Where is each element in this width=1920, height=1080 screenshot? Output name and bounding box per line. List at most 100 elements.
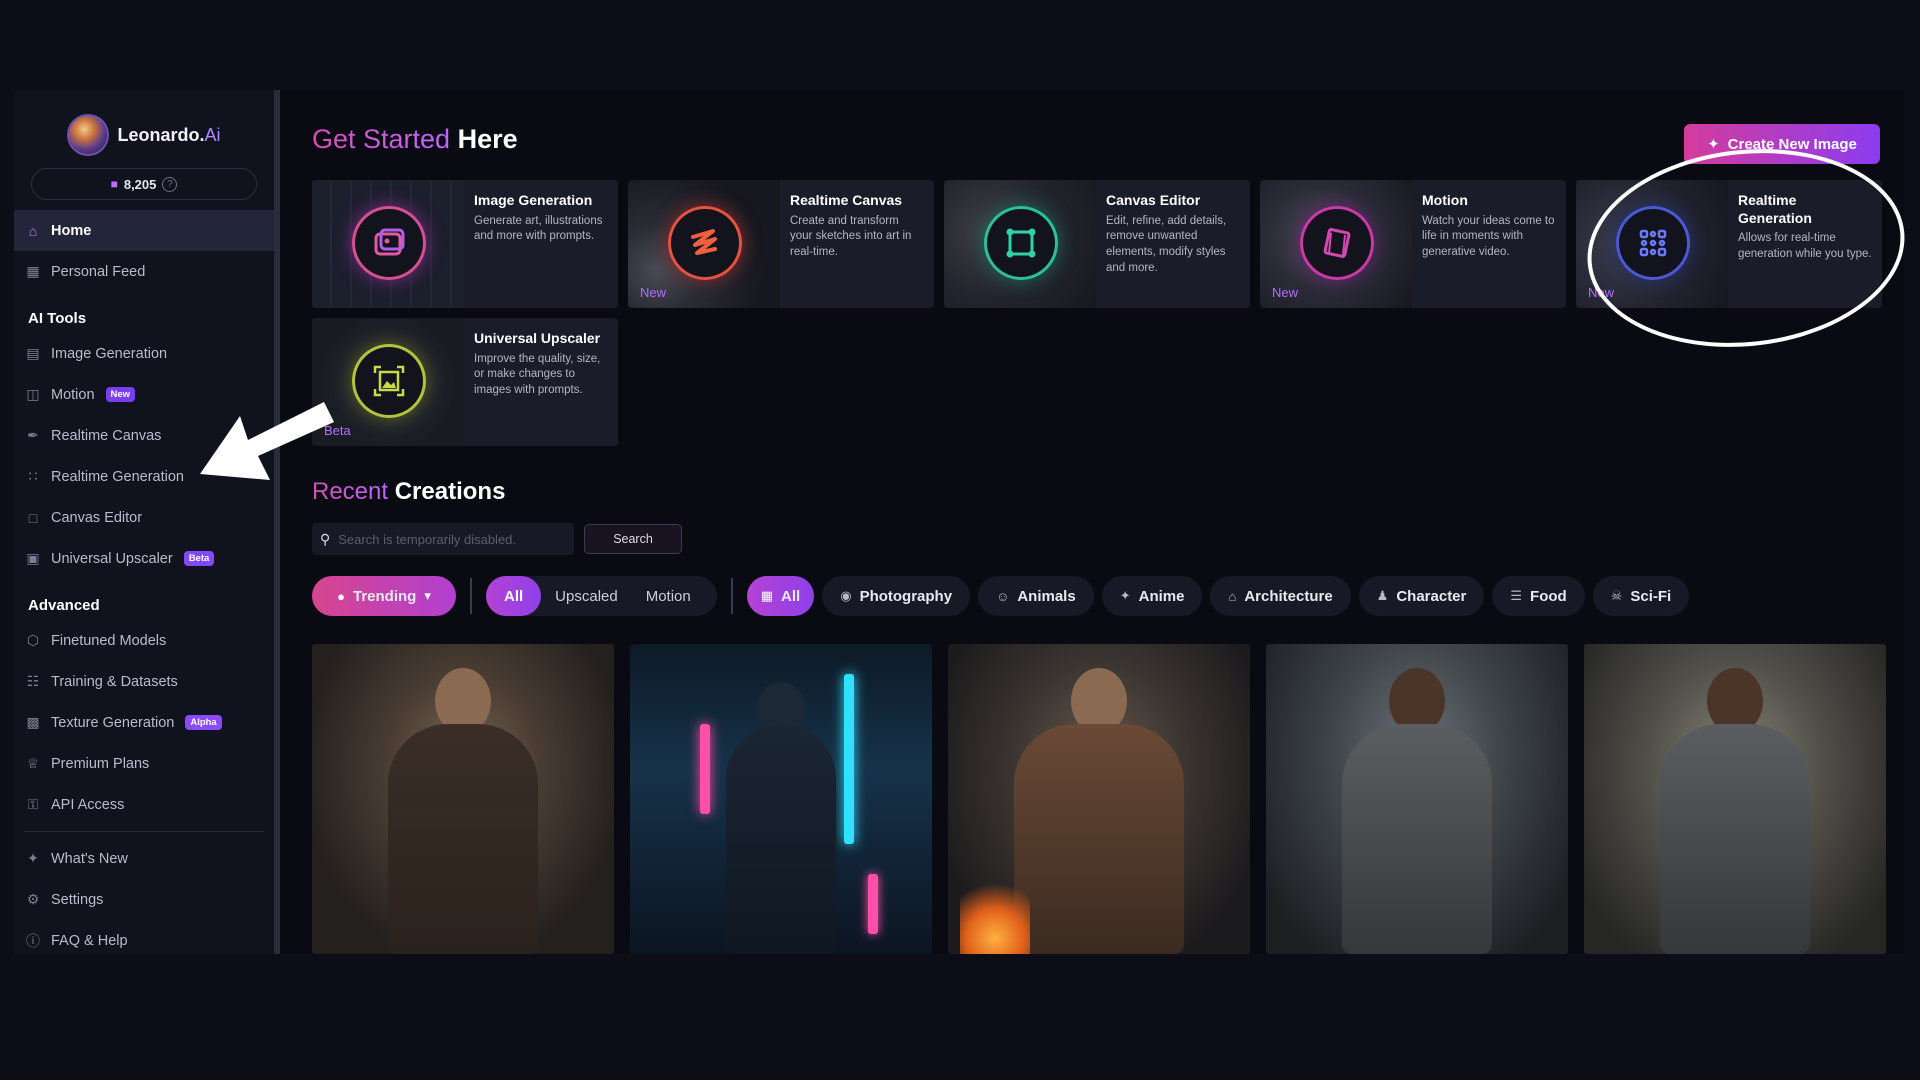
sidebar-item-label: What's New — [51, 850, 128, 867]
category-all[interactable]: ▦ All — [746, 576, 815, 616]
new-tag: New — [1272, 285, 1299, 300]
brand[interactable]: Leonardo.Ai — [14, 114, 274, 156]
new-tag: New — [640, 285, 667, 300]
tab-motion[interactable]: Motion — [632, 576, 705, 616]
sidebar-item-whats-new[interactable]: ✦ What's New — [14, 838, 274, 879]
key-icon: ⚿ — [27, 796, 39, 812]
image-icon: ▤ — [26, 345, 40, 361]
crown-icon: ♕ — [26, 755, 40, 771]
category-food[interactable]: ☰ Food — [1492, 576, 1585, 616]
trending-dropdown[interactable]: ● Trending ▾ — [312, 576, 456, 616]
card-thumbnail — [944, 180, 1096, 308]
crop-square-icon — [984, 206, 1058, 280]
upscale-image-icon — [352, 344, 426, 418]
page-title: Get Started Here — [312, 124, 518, 154]
figure-body — [1342, 724, 1492, 954]
card-thumbnail: New — [1260, 180, 1412, 308]
sidebar-item-training-datasets[interactable]: ☷ Training & Datasets — [14, 661, 274, 702]
search-input[interactable] — [338, 531, 559, 547]
sparkle-icon: ✦ — [27, 850, 39, 866]
token-count: 8,205 — [123, 176, 157, 192]
sidebar: Leonardo.Ai ■ 8,205 ? ⌂ Home ▦ Personal … — [14, 90, 280, 954]
card-description: Generate art, illustrations and more wit… — [474, 214, 603, 243]
sidebar-item-label: Realtime Canvas — [51, 427, 162, 444]
sidebar-item-premium-plans[interactable]: ♕ Premium Plans — [14, 743, 274, 784]
home-icon: ⌂ — [28, 222, 38, 239]
card-image-generation[interactable]: Image Generation Generate art, illustrat… — [312, 180, 618, 308]
sidebar-item-finetuned-models[interactable]: ⬡ Finetuned Models — [14, 620, 274, 661]
search-icon: ⚲ — [320, 530, 331, 547]
sidebar-item-label: Image Generation — [51, 345, 168, 362]
token-icon: ■ — [110, 177, 118, 191]
card-motion[interactable]: New Motion Watch your ideas come to life… — [1260, 180, 1566, 308]
search-field[interactable]: ⚲ — [312, 523, 574, 555]
chevron-down-icon: ▾ — [424, 588, 431, 603]
sidebar-item-canvas-editor[interactable]: □ Canvas Editor — [14, 497, 274, 538]
sidebar-item-home[interactable]: ⌂ Home — [14, 210, 274, 251]
sidebar-item-settings[interactable]: ⚙ Settings — [14, 879, 274, 920]
sidebar-item-label: Universal Upscaler — [51, 550, 173, 567]
token-balance[interactable]: ■ 8,205 ? — [31, 168, 257, 200]
help-icon[interactable]: ? — [162, 176, 178, 192]
card-description: Edit, refine, add details, remove unwant… — [1106, 214, 1227, 275]
gallery-image-ghostbuster-smoke[interactable] — [1266, 644, 1568, 954]
sidebar-item-faq-help[interactable]: ⓘ FAQ & Help — [14, 920, 274, 954]
sidebar-item-label: Realtime Generation — [51, 468, 184, 485]
card-realtime-canvas[interactable]: New Realtime Canvas Create and transform… — [628, 180, 934, 308]
card-thumbnail: New — [628, 180, 780, 308]
sidebar-item-label: Personal Feed — [51, 263, 146, 280]
sparkle-icon: ✦ — [1707, 136, 1720, 153]
flame-icon: ● — [337, 588, 345, 604]
grid-icon: ▦ — [760, 588, 774, 603]
sidebar-item-label: Training & Datasets — [51, 673, 178, 690]
type-tabs: All Upscaled Motion — [486, 576, 717, 616]
filter-bar: ● Trending ▾ All Upscaled Motion ▦ All ◉… — [312, 576, 1690, 616]
card-universal-upscaler[interactable]: Beta Universal Upscaler Improve the qual… — [312, 318, 618, 446]
person-icon: ♟ — [1376, 588, 1389, 603]
category-photography[interactable]: ◉ Photography — [822, 576, 971, 616]
sidebar-item-texture-generation[interactable]: ▩ Texture Generation Alpha — [14, 702, 274, 743]
figure-body — [726, 724, 836, 954]
category-anime[interactable]: ✦ Anime — [1101, 576, 1203, 616]
sidebar-item-label: Home — [51, 222, 92, 239]
sidebar-item-personal-feed[interactable]: ▦ Personal Feed — [14, 251, 274, 292]
image-generation-icon — [352, 206, 426, 280]
neon-sign — [700, 724, 710, 814]
sidebar-item-universal-upscaler[interactable]: ▣ Universal Upscaler Beta — [14, 538, 274, 579]
recent-creations-gallery — [312, 644, 1886, 954]
divider — [470, 578, 472, 614]
gear-icon: ⚙ — [26, 891, 40, 907]
camera-icon: ◉ — [840, 588, 852, 603]
tab-upscaled[interactable]: Upscaled — [541, 576, 632, 616]
card-title: Universal Upscaler — [474, 330, 601, 346]
upscale-icon: ▣ — [26, 550, 40, 566]
card-thumbnail — [312, 180, 464, 308]
card-canvas-editor[interactable]: Canvas Editor Edit, refine, add details,… — [944, 180, 1250, 308]
category-character[interactable]: ♟ Character — [1358, 576, 1485, 616]
question-icon: ⓘ — [26, 932, 40, 949]
category-architecture[interactable]: ⌂ Architecture — [1210, 576, 1351, 616]
burger-icon: ☰ — [1510, 588, 1523, 603]
film-icon: ◫ — [26, 386, 40, 402]
dots-grid-icon: ∷ — [28, 468, 38, 484]
gallery-image-cyberpunk-alley[interactable] — [630, 644, 932, 954]
sidebar-item-label: Settings — [51, 891, 104, 908]
crop-icon: □ — [28, 509, 38, 526]
recent-creations-title: Recent Creations — [312, 478, 506, 505]
search-button[interactable]: Search — [584, 524, 682, 554]
building-icon: ⌂ — [1228, 588, 1237, 604]
texture-icon: ▩ — [26, 714, 40, 730]
gallery-image-ghostbuster[interactable] — [1584, 644, 1886, 954]
gallery-image-barbarian[interactable] — [948, 644, 1250, 954]
card-description: Watch your ideas come to life in moments… — [1422, 214, 1555, 259]
category-sci-fi[interactable]: ☠ Sci-Fi — [1592, 576, 1690, 616]
tab-all[interactable]: All — [486, 576, 542, 616]
category-animals[interactable]: ☺ Animals — [978, 576, 1094, 616]
fire — [960, 874, 1030, 954]
new-badge: New — [105, 387, 136, 402]
cube-icon: ⬡ — [26, 632, 40, 648]
sidebar-item-api-access[interactable]: ⚿ API Access — [14, 784, 274, 825]
gallery-image-warrior[interactable] — [312, 644, 614, 954]
sidebar-item-image-generation[interactable]: ▤ Image Generation — [14, 333, 274, 374]
figure-body — [1014, 724, 1184, 954]
